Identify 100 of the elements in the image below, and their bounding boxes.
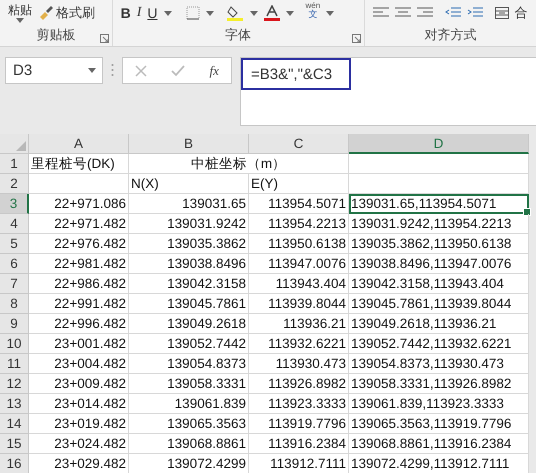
- table-cell: 139061.839: [129, 394, 249, 414]
- align-icon[interactable]: [416, 7, 433, 19]
- table-cell: 139065.3563: [129, 414, 249, 434]
- table-cell: 139061.839,113923.3333: [349, 394, 529, 414]
- table-cell: 113919.7796: [249, 414, 349, 434]
- border-icon[interactable]: [186, 6, 200, 20]
- table-cell: 139049.2618,113936.21: [349, 314, 529, 334]
- caret-icon[interactable]: [206, 10, 214, 16]
- table-cell: 139068.8861: [129, 434, 249, 454]
- table-cell: 139045.7861,113939.8044: [349, 294, 529, 314]
- font-color-icon[interactable]: [264, 5, 280, 21]
- row-header[interactable]: 1: [0, 154, 29, 174]
- dialog-launcher-icon[interactable]: [352, 34, 361, 43]
- table-cell: 139038.8496: [129, 254, 249, 274]
- column-header[interactable]: B: [129, 134, 249, 154]
- format-painter-label: 格式刷: [56, 4, 95, 22]
- table-cell: 139049.2618: [129, 314, 249, 334]
- row-header[interactable]: 13: [0, 394, 29, 414]
- table-cell: 139058.3331: [129, 374, 249, 394]
- table-cell: 23+019.482: [29, 414, 129, 434]
- table-cell: 139031.9242: [129, 214, 249, 234]
- table-cell: 113926.8982: [249, 374, 349, 394]
- column-header[interactable]: D: [349, 134, 529, 154]
- table-cell: 139035.3862,113950.6138: [349, 234, 529, 254]
- align-icon[interactable]: [394, 7, 411, 19]
- table-cell: 139042.3158,113943.404: [349, 274, 529, 294]
- table-cell: 113947.0076: [249, 254, 349, 274]
- table-cell: 113916.2384: [249, 434, 349, 454]
- table-cell: 139054.8373,113930.473: [349, 354, 529, 374]
- column-header[interactable]: A: [29, 134, 129, 154]
- insert-function-button[interactable]: fx: [210, 62, 219, 78]
- row-header[interactable]: 15: [0, 434, 29, 454]
- caret-icon[interactable]: [250, 10, 258, 16]
- highlight-box: =B3&","&C3: [241, 58, 351, 90]
- caret-icon[interactable]: [164, 10, 172, 16]
- table-cell: 139052.7442: [129, 334, 249, 354]
- row-header[interactable]: 12: [0, 374, 29, 394]
- table-cell: 113939.8044: [249, 294, 349, 314]
- group-label: 对齐方式: [423, 26, 478, 44]
- row-header[interactable]: 7: [0, 274, 29, 294]
- caret-icon[interactable]: [16, 18, 24, 22]
- phonetic-label: 文: [308, 10, 318, 18]
- checkmark-icon[interactable]: [171, 64, 186, 76]
- table-cell: 23+009.482: [29, 374, 129, 394]
- increase-indent-icon[interactable]: [466, 7, 483, 19]
- table-cell: 22+971.482: [29, 214, 129, 234]
- table-cell: 113912.7111: [249, 454, 349, 473]
- table-cell: 113932.6221: [249, 334, 349, 354]
- dialog-launcher-icon[interactable]: [100, 34, 109, 43]
- caret-icon[interactable]: [326, 10, 334, 16]
- phonetic-label: wén: [306, 2, 320, 10]
- underline-button[interactable]: U: [147, 6, 158, 20]
- table-cell: 139058.3331,113926.8982: [349, 374, 529, 394]
- caret-icon[interactable]: [88, 68, 96, 73]
- table-cell: 113950.6138: [249, 234, 349, 254]
- paste-label: 粘贴: [8, 4, 32, 16]
- row-header[interactable]: 11: [0, 354, 29, 374]
- table-cell: 22+991.482: [29, 294, 129, 314]
- row-header[interactable]: 9: [0, 314, 29, 334]
- table-cell: 23+004.482: [29, 354, 129, 374]
- table-cell: 23+001.482: [29, 334, 129, 354]
- bold-button[interactable]: B: [120, 6, 131, 20]
- table-cell: 113936.21: [249, 314, 349, 334]
- decrease-indent-icon[interactable]: [444, 7, 461, 19]
- table-cell: N(X): [129, 174, 249, 194]
- row-header[interactable]: 2: [0, 174, 29, 194]
- fill-color-icon[interactable]: [226, 5, 244, 21]
- table-cell: 139042.3158: [129, 274, 249, 294]
- row-header[interactable]: 10: [0, 334, 29, 354]
- formula-field[interactable]: =B3&","&C3: [240, 57, 536, 126]
- paintbrush-icon[interactable]: [38, 5, 54, 21]
- row-header[interactable]: 5: [0, 234, 29, 254]
- table-cell: 139035.3862: [129, 234, 249, 254]
- fill-handle[interactable]: [523, 208, 531, 216]
- row-header[interactable]: 16: [0, 454, 29, 473]
- row-header[interactable]: 14: [0, 414, 29, 434]
- table-cell: 113954.2213: [249, 214, 349, 234]
- selected-cell[interactable]: 139031.65,113954.5071: [349, 194, 529, 214]
- table-cell: 里程桩号(DK): [29, 154, 129, 174]
- name-box[interactable]: D3: [5, 57, 103, 84]
- align-icon[interactable]: [372, 7, 389, 19]
- row-header[interactable]: 6: [0, 254, 29, 274]
- table-cell: 139065.3563,113919.7796: [349, 414, 529, 434]
- row-header[interactable]: 8: [0, 294, 29, 314]
- column-header[interactable]: C: [249, 134, 349, 154]
- table-cell: 139054.8373: [129, 354, 249, 374]
- group-label: 字体: [224, 26, 252, 44]
- table-cell: 22+986.482: [29, 274, 129, 294]
- table-cell: 113954.5071: [249, 194, 349, 214]
- table-cell: 22+981.482: [29, 254, 129, 274]
- table-cell: 139052.7442,113932.6221: [349, 334, 529, 354]
- merge-label: 合: [514, 4, 528, 22]
- row-header[interactable]: 4: [0, 214, 29, 234]
- row-header[interactable]: 3: [0, 194, 29, 214]
- table-cell: 139068.8861,113916.2384: [349, 434, 529, 454]
- table-cell: 23+029.482: [29, 454, 129, 473]
- merge-cells-icon[interactable]: [494, 7, 509, 19]
- italic-button[interactable]: I: [136, 6, 142, 20]
- table-cell: 139031.65: [129, 194, 249, 214]
- caret-icon[interactable]: [286, 10, 294, 16]
